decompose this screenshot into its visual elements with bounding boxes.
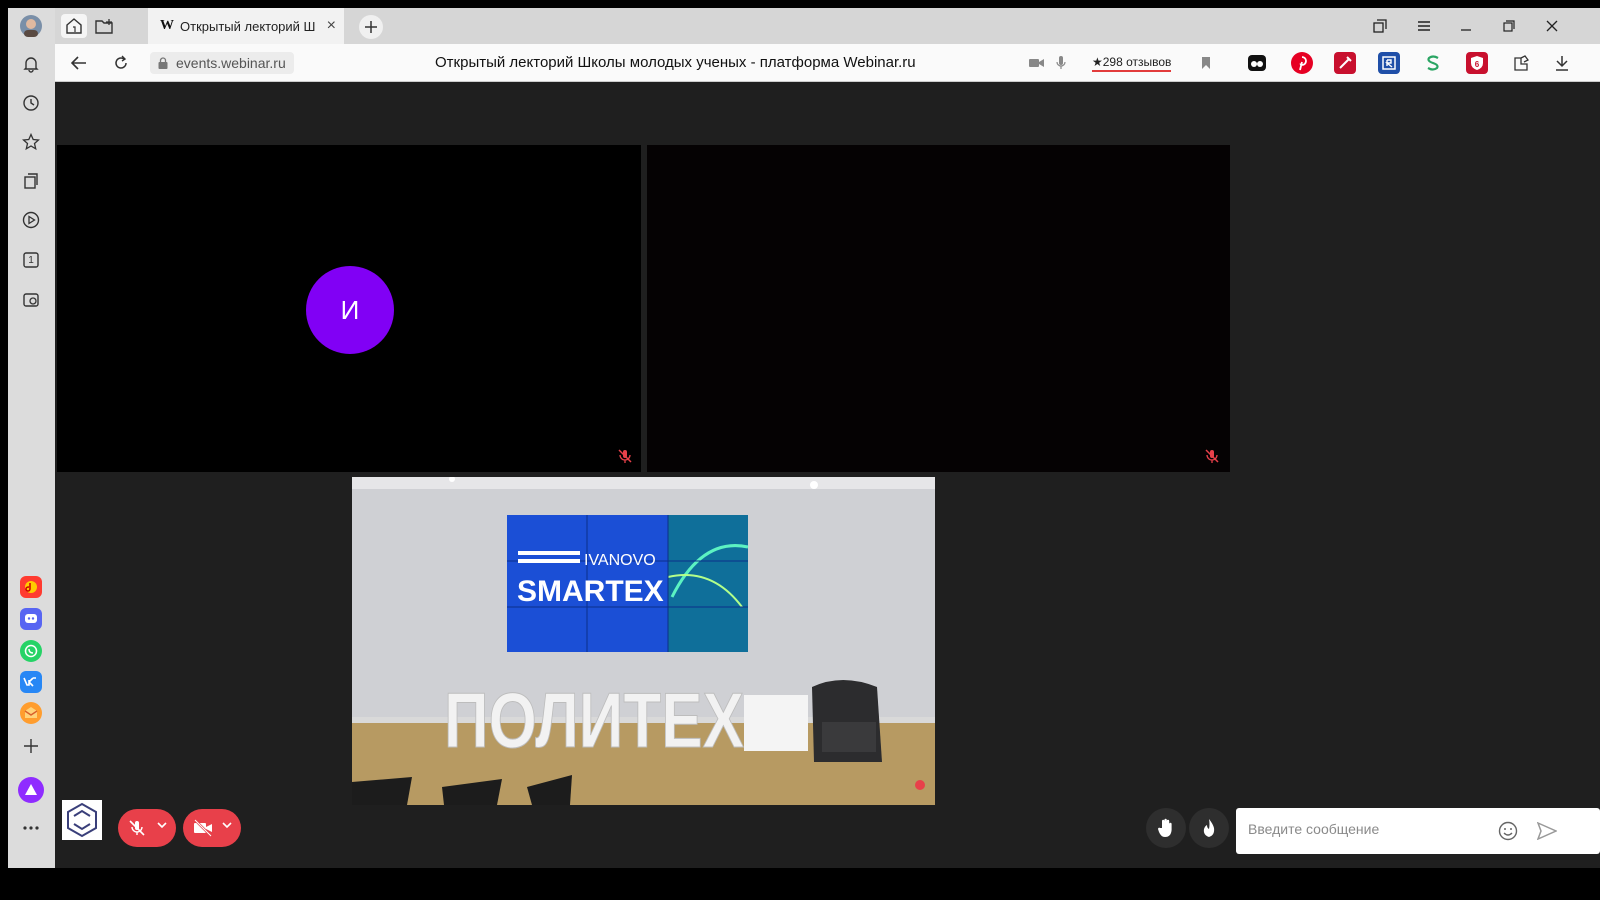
download-icon[interactable] <box>1551 52 1573 74</box>
address-bar: events.webinar.ru Открытый лекторий Школ… <box>55 44 1600 82</box>
tabs-menu-icon[interactable] <box>1369 16 1391 36</box>
more-icon[interactable] <box>19 816 43 840</box>
active-tab[interactable]: W Открытый лекторий Ш × <box>148 8 344 44</box>
star-icon[interactable] <box>19 130 43 154</box>
add-app-icon[interactable] <box>19 734 43 758</box>
webinar-logo <box>62 800 102 840</box>
restore-icon[interactable] <box>1498 16 1520 36</box>
tab-title: Открытый лекторий Ш <box>180 18 316 34</box>
participant-avatar: И <box>306 266 394 354</box>
vk-app-icon[interactable] <box>20 671 42 693</box>
bell-icon[interactable] <box>19 52 43 76</box>
send-icon[interactable] <box>1537 822 1557 840</box>
room-scene: IVANOVO SMARTEX ПОЛИТЕХ <box>352 477 935 805</box>
screen-line-2: SMARTEX <box>517 575 664 608</box>
room-sign: ПОЛИТЕХ <box>444 676 744 764</box>
mic-muted-icon <box>618 449 632 463</box>
webinar-room: И IVANOVO SMARTEX ПОЛИТЕХ Введите сообще… <box>55 82 1600 868</box>
svg-text:6: 6 <box>1475 60 1480 69</box>
collections-icon[interactable] <box>19 169 43 193</box>
home-tab-icon[interactable] <box>61 14 87 38</box>
screenshot-icon[interactable] <box>19 288 43 312</box>
microphone-permission-icon[interactable] <box>1049 52 1073 74</box>
tab-close-icon[interactable]: × <box>327 17 336 35</box>
raise-hand-button[interactable] <box>1146 808 1186 848</box>
browser-sidebar: 1 <box>8 8 55 868</box>
reviews-badge[interactable]: ★298 отзывов <box>1092 55 1172 72</box>
profile-avatar[interactable] <box>19 14 43 38</box>
tab-count-icon[interactable]: 1 <box>19 248 43 272</box>
tab-strip: W Открытый лекторий Ш × <box>55 8 1600 44</box>
translate-extension-icon[interactable] <box>1378 52 1400 74</box>
camera-toggle-button[interactable] <box>183 809 241 847</box>
reaction-button[interactable] <box>1189 808 1229 848</box>
mail-app-icon[interactable] <box>20 702 42 724</box>
participant-tile-2[interactable] <box>647 145 1230 472</box>
flame-icon <box>1203 819 1215 837</box>
camera-off-icon <box>194 819 212 837</box>
discord-app-icon[interactable] <box>20 608 42 630</box>
chat-message-input[interactable] <box>1248 821 1498 837</box>
s-extension-icon[interactable] <box>1422 52 1444 74</box>
extensions-icon[interactable] <box>1510 52 1532 74</box>
history-icon[interactable] <box>19 91 43 115</box>
microphone-toggle-button[interactable] <box>118 809 176 847</box>
browser-window: 1 W Открытый лекторий Ш × events.webinar… <box>8 8 1600 868</box>
pen-extension-icon[interactable] <box>1334 52 1356 74</box>
pinterest-icon[interactable] <box>1291 52 1313 74</box>
alice-assistant-icon[interactable] <box>18 777 44 803</box>
hand-icon <box>1157 818 1172 837</box>
page-title: Открытый лекторий Школы молодых ученых -… <box>435 54 916 71</box>
whatsapp-app-icon[interactable] <box>20 640 42 662</box>
play-icon[interactable] <box>19 208 43 232</box>
new-tab-button[interactable] <box>359 15 383 39</box>
bookmark-icon[interactable] <box>1194 52 1218 74</box>
url-field[interactable]: events.webinar.ru <box>150 52 294 74</box>
speaker-video-tile[interactable]: IVANOVO SMARTEX ПОЛИТЕХ <box>352 477 935 805</box>
chevron-down-icon[interactable] <box>221 819 233 831</box>
emoji-icon[interactable] <box>1498 821 1518 841</box>
reload-icon[interactable] <box>109 52 133 74</box>
back-icon[interactable] <box>67 52 91 74</box>
url-text: events.webinar.ru <box>176 55 286 71</box>
main-menu-icon[interactable] <box>1413 16 1435 36</box>
music-app-icon[interactable] <box>20 576 42 598</box>
chevron-down-icon[interactable] <box>156 819 168 831</box>
minimize-icon[interactable] <box>1455 16 1477 36</box>
adblock-extension-icon[interactable]: 6 <box>1466 52 1488 74</box>
new-group-icon[interactable] <box>92 14 118 38</box>
camera-permission-icon[interactable] <box>1025 52 1049 74</box>
mic-muted-icon <box>1205 449 1219 463</box>
glasses-extension-icon[interactable] <box>1246 52 1268 74</box>
lock-icon <box>158 57 168 69</box>
screen-line-1: IVANOVO <box>584 552 656 569</box>
tab-count: 1 <box>28 254 34 266</box>
mic-off-icon <box>129 820 145 836</box>
webinar-favicon-icon: W <box>160 18 174 33</box>
participant-tile-1[interactable]: И <box>57 145 641 472</box>
close-window-icon[interactable] <box>1541 16 1563 36</box>
chat-composer <box>1236 808 1600 854</box>
